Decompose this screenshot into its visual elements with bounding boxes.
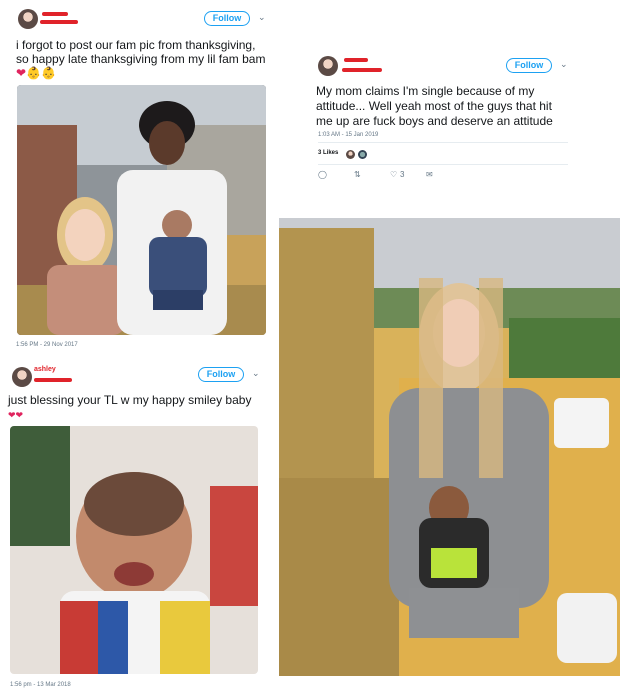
tweet-timestamp: 1:03 AM - 15 Jan 2019 [318, 132, 379, 138]
redacted-handle [34, 378, 72, 382]
liker-avatar[interactable] [358, 150, 367, 159]
heart-emoji-icon: ❤ [16, 66, 27, 80]
message-icon[interactable]: ✉ [426, 170, 433, 179]
follow-button[interactable]: Follow [506, 58, 552, 73]
family-photo[interactable] [17, 85, 266, 335]
hearts-emoji-icon: ❤❤ [8, 410, 24, 420]
avatar[interactable] [18, 9, 38, 29]
reply-icon[interactable]: ◯ [318, 170, 327, 179]
avatar[interactable] [12, 367, 32, 387]
retweet-icon[interactable]: ⇅ [354, 170, 361, 179]
tweet-text: i forgot to post our fam pic from thanks… [16, 38, 266, 80]
mother-baby-photo[interactable] [279, 218, 620, 676]
follow-button[interactable]: Follow [204, 11, 250, 26]
baby-emoji-icon: 👶 [26, 66, 42, 80]
action-bar: ◯ ⇅ ♡ 3 ✉ [318, 170, 568, 182]
tweet-timestamp: 1:56 pm - 13 Mar 2018 [10, 682, 71, 688]
redacted-username [42, 12, 68, 16]
tweet-text: just blessing your TL w my happy smiley … [8, 393, 252, 420]
chevron-down-icon[interactable]: ⌄ [560, 59, 568, 70]
liker-avatar[interactable] [346, 150, 355, 159]
tweet-text: My mom claims I'm single because of my a… [316, 84, 553, 128]
follow-button[interactable]: Follow [198, 367, 244, 382]
baby-photo[interactable] [10, 426, 258, 674]
like-count: 3 [400, 170, 405, 179]
like-icon[interactable]: ♡ [390, 170, 397, 179]
divider [318, 142, 568, 143]
avatar[interactable] [318, 56, 338, 76]
family-photo-art [17, 85, 266, 335]
divider [318, 164, 568, 165]
redacted-handle [342, 68, 382, 72]
baby-emoji-icon: 👶 [41, 66, 56, 80]
redacted-username [344, 58, 368, 62]
username[interactable]: ashley [34, 366, 56, 373]
baby-photo-art [10, 426, 258, 674]
chevron-down-icon[interactable]: ⌄ [258, 12, 266, 23]
redacted-handle [40, 20, 78, 24]
tweet-timestamp: 1:56 PM - 29 Nov 2017 [16, 342, 78, 348]
likes-count[interactable]: 3 Likes [318, 150, 338, 156]
mother-baby-photo-art [279, 218, 620, 676]
chevron-down-icon[interactable]: ⌄ [252, 368, 260, 379]
